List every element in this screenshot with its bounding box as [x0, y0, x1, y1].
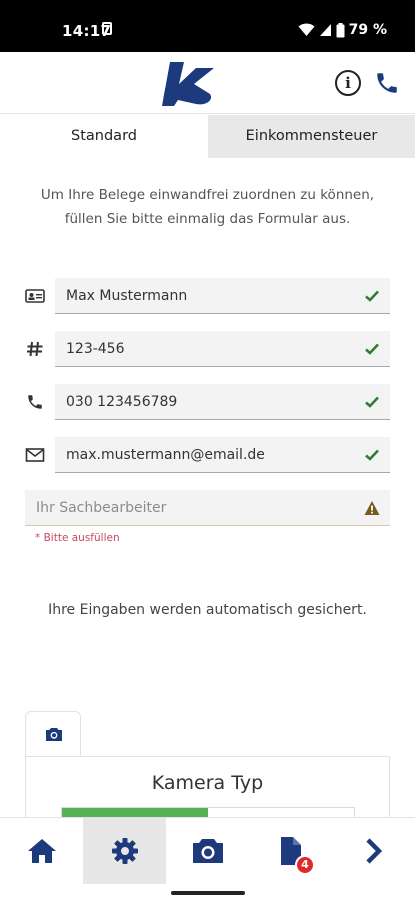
phone-row	[0, 384, 415, 420]
bottom-nav: 4	[0, 817, 415, 900]
gear-icon	[111, 838, 138, 864]
logo-text: bkb	[163, 87, 192, 102]
documents-badge: 4	[295, 855, 315, 875]
tab-einkommensteuer[interactable]: Einkommensteuer	[208, 115, 415, 158]
nav-next[interactable]	[332, 818, 415, 884]
tab-standard[interactable]: Standard	[0, 115, 208, 158]
status-icons: 79 %	[298, 22, 387, 38]
camera-type-title: Kamera Typ	[151, 772, 264, 794]
info-button[interactable]: i	[335, 70, 361, 96]
info-icon: i	[345, 74, 351, 92]
phone-input[interactable]	[55, 384, 355, 419]
email-field	[55, 437, 390, 473]
tab-bar: Standard Einkommensteuer	[0, 115, 415, 158]
battery-icon	[336, 22, 345, 37]
nav-settings[interactable]	[83, 818, 166, 884]
phone-field	[55, 384, 390, 420]
number-row	[0, 331, 415, 367]
id-card-icon	[25, 289, 45, 303]
hash-icon	[27, 341, 43, 357]
camera-icon	[46, 728, 62, 741]
status-bar: 14:17 79 %	[0, 0, 415, 52]
sachbearbeiter-row	[0, 490, 415, 526]
name-field	[55, 278, 390, 314]
autosave-text: Ihre Eingaben werden automatisch gesiche…	[48, 602, 367, 618]
phone-icon	[28, 395, 42, 409]
name-input[interactable]	[55, 278, 355, 313]
check-icon	[365, 343, 379, 355]
phone-button[interactable]	[374, 70, 400, 96]
camera-card: Kamera Typ	[25, 756, 390, 821]
signal-icon	[319, 24, 331, 36]
intro-text: Um Ihre Belege einwandfrei zuordnen zu k…	[40, 187, 375, 227]
email-row	[0, 437, 415, 473]
app-header: bkb i	[0, 52, 415, 114]
battery-percent: 79 %	[348, 22, 387, 38]
check-icon	[365, 290, 379, 302]
sachbearbeiter-error: * Bitte ausfüllen	[35, 532, 120, 544]
home-icon	[27, 839, 56, 863]
email-input[interactable]	[55, 437, 355, 472]
wifi-icon	[298, 23, 315, 36]
check-icon	[365, 449, 379, 461]
number-field	[55, 331, 390, 367]
nav-home[interactable]	[0, 818, 83, 884]
check-icon	[365, 396, 379, 408]
number-input[interactable]	[55, 331, 355, 366]
chevron-right-icon	[365, 838, 382, 864]
sachbearbeiter-field	[25, 490, 390, 526]
sachbearbeiter-input[interactable]	[25, 490, 325, 525]
name-row	[0, 278, 415, 314]
camera-icon	[192, 839, 223, 863]
sim-icon	[102, 22, 112, 35]
camera-card-tab[interactable]	[25, 711, 81, 757]
nav-documents[interactable]: 4	[249, 818, 332, 884]
mail-icon	[25, 448, 45, 462]
gesture-bar	[171, 891, 245, 895]
warning-icon	[364, 501, 380, 515]
nav-camera[interactable]	[166, 818, 249, 884]
